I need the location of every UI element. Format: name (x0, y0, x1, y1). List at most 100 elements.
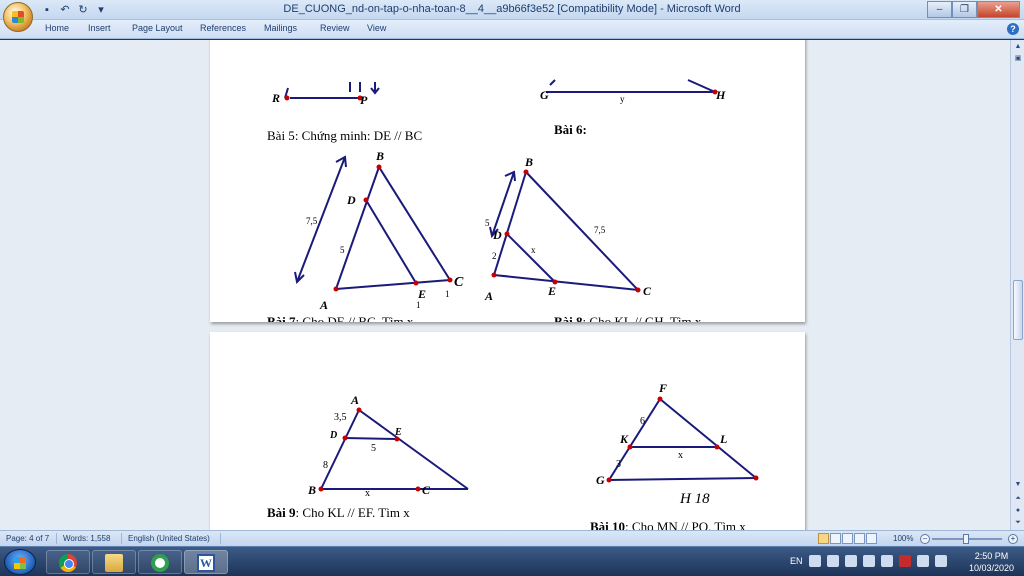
taskbar-chrome[interactable] (46, 550, 90, 574)
close-icon[interactable]: ✕ (977, 1, 1020, 18)
length-5: 5 (340, 245, 345, 255)
tab-insert[interactable]: Insert (88, 23, 111, 33)
figure-bai10: F K L G 6 x 3 H 18 (596, 381, 759, 507)
help-icon[interactable]: ? (1007, 23, 1019, 35)
tab-page-layout[interactable]: Page Layout (132, 23, 183, 33)
figure-bai6: G y H (540, 79, 726, 104)
select-browse-object-icon[interactable]: ● (1013, 506, 1023, 516)
taskbar-word[interactable]: W (184, 550, 228, 574)
length-x: x (531, 245, 536, 255)
volume-icon[interactable] (916, 555, 929, 567)
label-b: B (307, 483, 316, 497)
ribbon-tabs: Home Insert Page Layout References Maili… (0, 20, 1024, 39)
length-6: 6 (640, 416, 645, 427)
scroll-down-icon[interactable]: ▼ (1013, 480, 1023, 490)
label-a: A (350, 393, 359, 407)
length-x: x (678, 450, 683, 461)
window-title: DE_CUONG_nd-on-tap-o-nha-toan-8__4__a9b6… (283, 3, 741, 15)
label-e: E (417, 287, 426, 301)
outline-icon[interactable] (854, 533, 865, 544)
label-d: D (329, 430, 337, 441)
label-f: F (658, 381, 667, 395)
label-p: P (360, 93, 368, 107)
label-c: C (643, 284, 652, 298)
status-bar: Page: 4 of 7 Words: 1,558 English (Unite… (0, 530, 1024, 546)
print-layout-icon[interactable] (818, 533, 829, 544)
length-1-ec: 1 (445, 289, 450, 299)
language-indicator[interactable]: English (United States) (128, 534, 210, 543)
ruler-toggle-icon[interactable]: ▣ (1013, 54, 1023, 64)
length-2: 2 (492, 251, 497, 261)
taskbar: W EN 2:50 PM 10/03/2020 (0, 546, 1024, 576)
tray-icon[interactable] (808, 555, 821, 567)
length-8: 8 (323, 460, 328, 471)
tray-icon[interactable] (844, 555, 857, 567)
minimize-icon[interactable]: – (927, 1, 952, 18)
word-icon: W (197, 554, 215, 572)
figure-bai9: A D E B C 3,5 5 8 x (307, 393, 469, 499)
word-count[interactable]: Words: 1,558 (63, 534, 110, 543)
label-h: H (715, 88, 726, 102)
label-a: A (319, 298, 328, 312)
taskbar-explorer[interactable] (92, 550, 136, 574)
label-l: L (719, 432, 727, 446)
full-screen-reading-icon[interactable] (830, 533, 841, 544)
label-y: y (620, 94, 625, 104)
figure-bai8: B D A E C 5 2 x 7,5 (484, 155, 652, 303)
tray-icon[interactable] (862, 555, 875, 567)
tab-references[interactable]: References (200, 23, 246, 33)
figures-page2: A D E B C 3,5 5 8 x F K L G 6 x 3 H 18 (307, 381, 759, 507)
zoom-level[interactable]: 100% (893, 534, 913, 543)
document-area[interactable]: R P G y H B D A E C 7,5 5 1 1 B D A E C … (0, 40, 1010, 530)
view-buttons (818, 533, 877, 544)
clock-date: 10/03/2020 (968, 563, 1014, 573)
label-b: B (524, 155, 533, 169)
document-page[interactable]: R P G y H B D A E C 7,5 5 1 1 B D A E C … (210, 40, 805, 322)
zoom-slider-knob[interactable] (963, 534, 969, 544)
label-e: E (394, 427, 402, 438)
restore-icon[interactable]: ❐ (952, 1, 977, 18)
start-button[interactable] (4, 549, 36, 575)
system-tray: EN (790, 555, 947, 567)
network-icon[interactable] (934, 555, 947, 567)
zoom-out-icon[interactable]: – (920, 534, 930, 544)
page-count[interactable]: Page: 4 of 7 (6, 534, 49, 543)
vertical-scrollbar[interactable]: ▲ ▣ ▼ ⏶ ● ⏷ (1010, 40, 1024, 530)
zoom-in-icon[interactable]: + (1008, 534, 1018, 544)
label-r: R (271, 91, 280, 105)
length-1-ae: 1 (416, 300, 421, 310)
label-g: G (540, 88, 549, 102)
bai10-heading: Bài 10: Cho MN // PQ. Tìm x (590, 519, 746, 530)
length-5: 5 (371, 443, 376, 454)
length-5: 5 (485, 218, 490, 228)
taskbar-coccoc[interactable] (138, 550, 182, 574)
tray-icon[interactable] (826, 555, 839, 567)
tab-mailings[interactable]: Mailings (264, 23, 297, 33)
tab-view[interactable]: View (367, 23, 386, 33)
scroll-up-icon[interactable]: ▲ (1013, 42, 1023, 52)
vietkey-icon[interactable] (898, 555, 911, 567)
scroll-thumb[interactable] (1013, 280, 1023, 340)
clock-time: 2:50 PM (974, 551, 1009, 561)
office-button[interactable] (3, 2, 33, 32)
title-bar: ▪ ↶ ↻ ▾ DE_CUONG_nd-on-tap-o-nha-toan-8_… (0, 0, 1024, 32)
tray-icon[interactable] (880, 555, 893, 567)
tab-home[interactable]: Home (45, 23, 69, 33)
web-layout-icon[interactable] (842, 533, 853, 544)
label-b: B (375, 149, 384, 163)
label-d: D (346, 193, 356, 207)
label-d: D (492, 228, 502, 242)
tab-review[interactable]: Review (320, 23, 350, 33)
next-page-icon[interactable]: ⏷ (1013, 518, 1023, 528)
input-language[interactable]: EN (790, 556, 803, 566)
clock[interactable]: 2:50 PM 10/03/2020 (969, 550, 1014, 574)
length-3-5: 3,5 (334, 412, 347, 423)
label-e: E (547, 284, 556, 298)
label-c: C (422, 483, 431, 497)
length-x: x (365, 488, 370, 499)
chrome-icon (59, 554, 77, 572)
document-page[interactable]: A D E B C 3,5 5 8 x F K L G 6 x 3 H 18 B… (210, 332, 805, 530)
figure-caption: H 18 (679, 491, 710, 507)
draft-icon[interactable] (866, 533, 877, 544)
previous-page-icon[interactable]: ⏶ (1013, 494, 1023, 504)
